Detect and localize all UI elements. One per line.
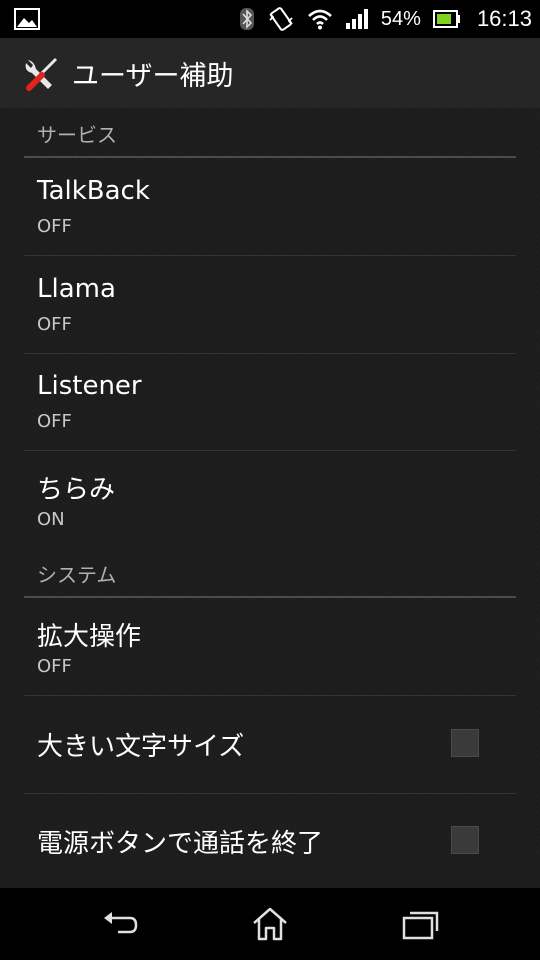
item-title: ちらみ [37,475,116,505]
item-summary: ON [37,509,65,530]
section-header-label: システム [37,563,117,587]
large-text-checkbox[interactable] [451,729,479,757]
section-header-system: システム [24,548,516,598]
list-item-magnification[interactable]: 拡大操作 OFF [24,598,516,696]
item-summary: OFF [37,314,72,335]
recent-apps-icon[interactable] [400,906,440,942]
battery-percent: 54% [380,7,421,30]
power-ends-call-checkbox[interactable] [451,826,479,854]
item-title: 電源ボタンで通話を終了 [37,829,324,859]
list-item-power-ends-call[interactable]: 電源ボタンで通話を終了 [24,793,516,890]
item-summary: OFF [37,656,72,677]
item-summary: OFF [37,216,72,237]
list-item-large-text[interactable]: 大きい文字サイズ [24,696,516,794]
home-icon[interactable] [250,906,290,942]
section-header-services: サービス [24,108,516,158]
battery-icon [432,10,460,28]
status-bar: 54% 16:13 [0,0,540,38]
wifi-icon [308,9,332,30]
list-item-talkback[interactable]: TalkBack OFF [24,158,516,256]
list-item-chirami[interactable]: ちらみ ON [24,451,516,548]
item-title: TalkBack [37,176,150,206]
item-title: Llama [37,274,116,304]
item-title: 大きい文字サイズ [37,732,245,762]
item-title: 拡大操作 [37,622,142,652]
image-notification-icon [14,8,40,30]
section-header-label: サービス [37,123,117,147]
clock: 16:13 [476,6,532,31]
navigation-bar [0,888,540,960]
item-summary: OFF [37,411,72,432]
accessibility-tools-icon[interactable] [22,54,62,94]
bluetooth-icon [239,8,254,30]
page-title: ユーザー補助 [72,61,234,92]
item-title: Listener [37,371,142,401]
settings-list: サービス TalkBack OFF Llama OFF Listener OFF… [0,108,540,888]
back-icon[interactable] [100,906,140,942]
vibrate-icon [269,7,293,31]
action-bar: ユーザー補助 [0,38,540,109]
list-item-llama[interactable]: Llama OFF [24,256,516,354]
signal-icon [345,9,368,29]
list-item-listener[interactable]: Listener OFF [24,353,516,451]
